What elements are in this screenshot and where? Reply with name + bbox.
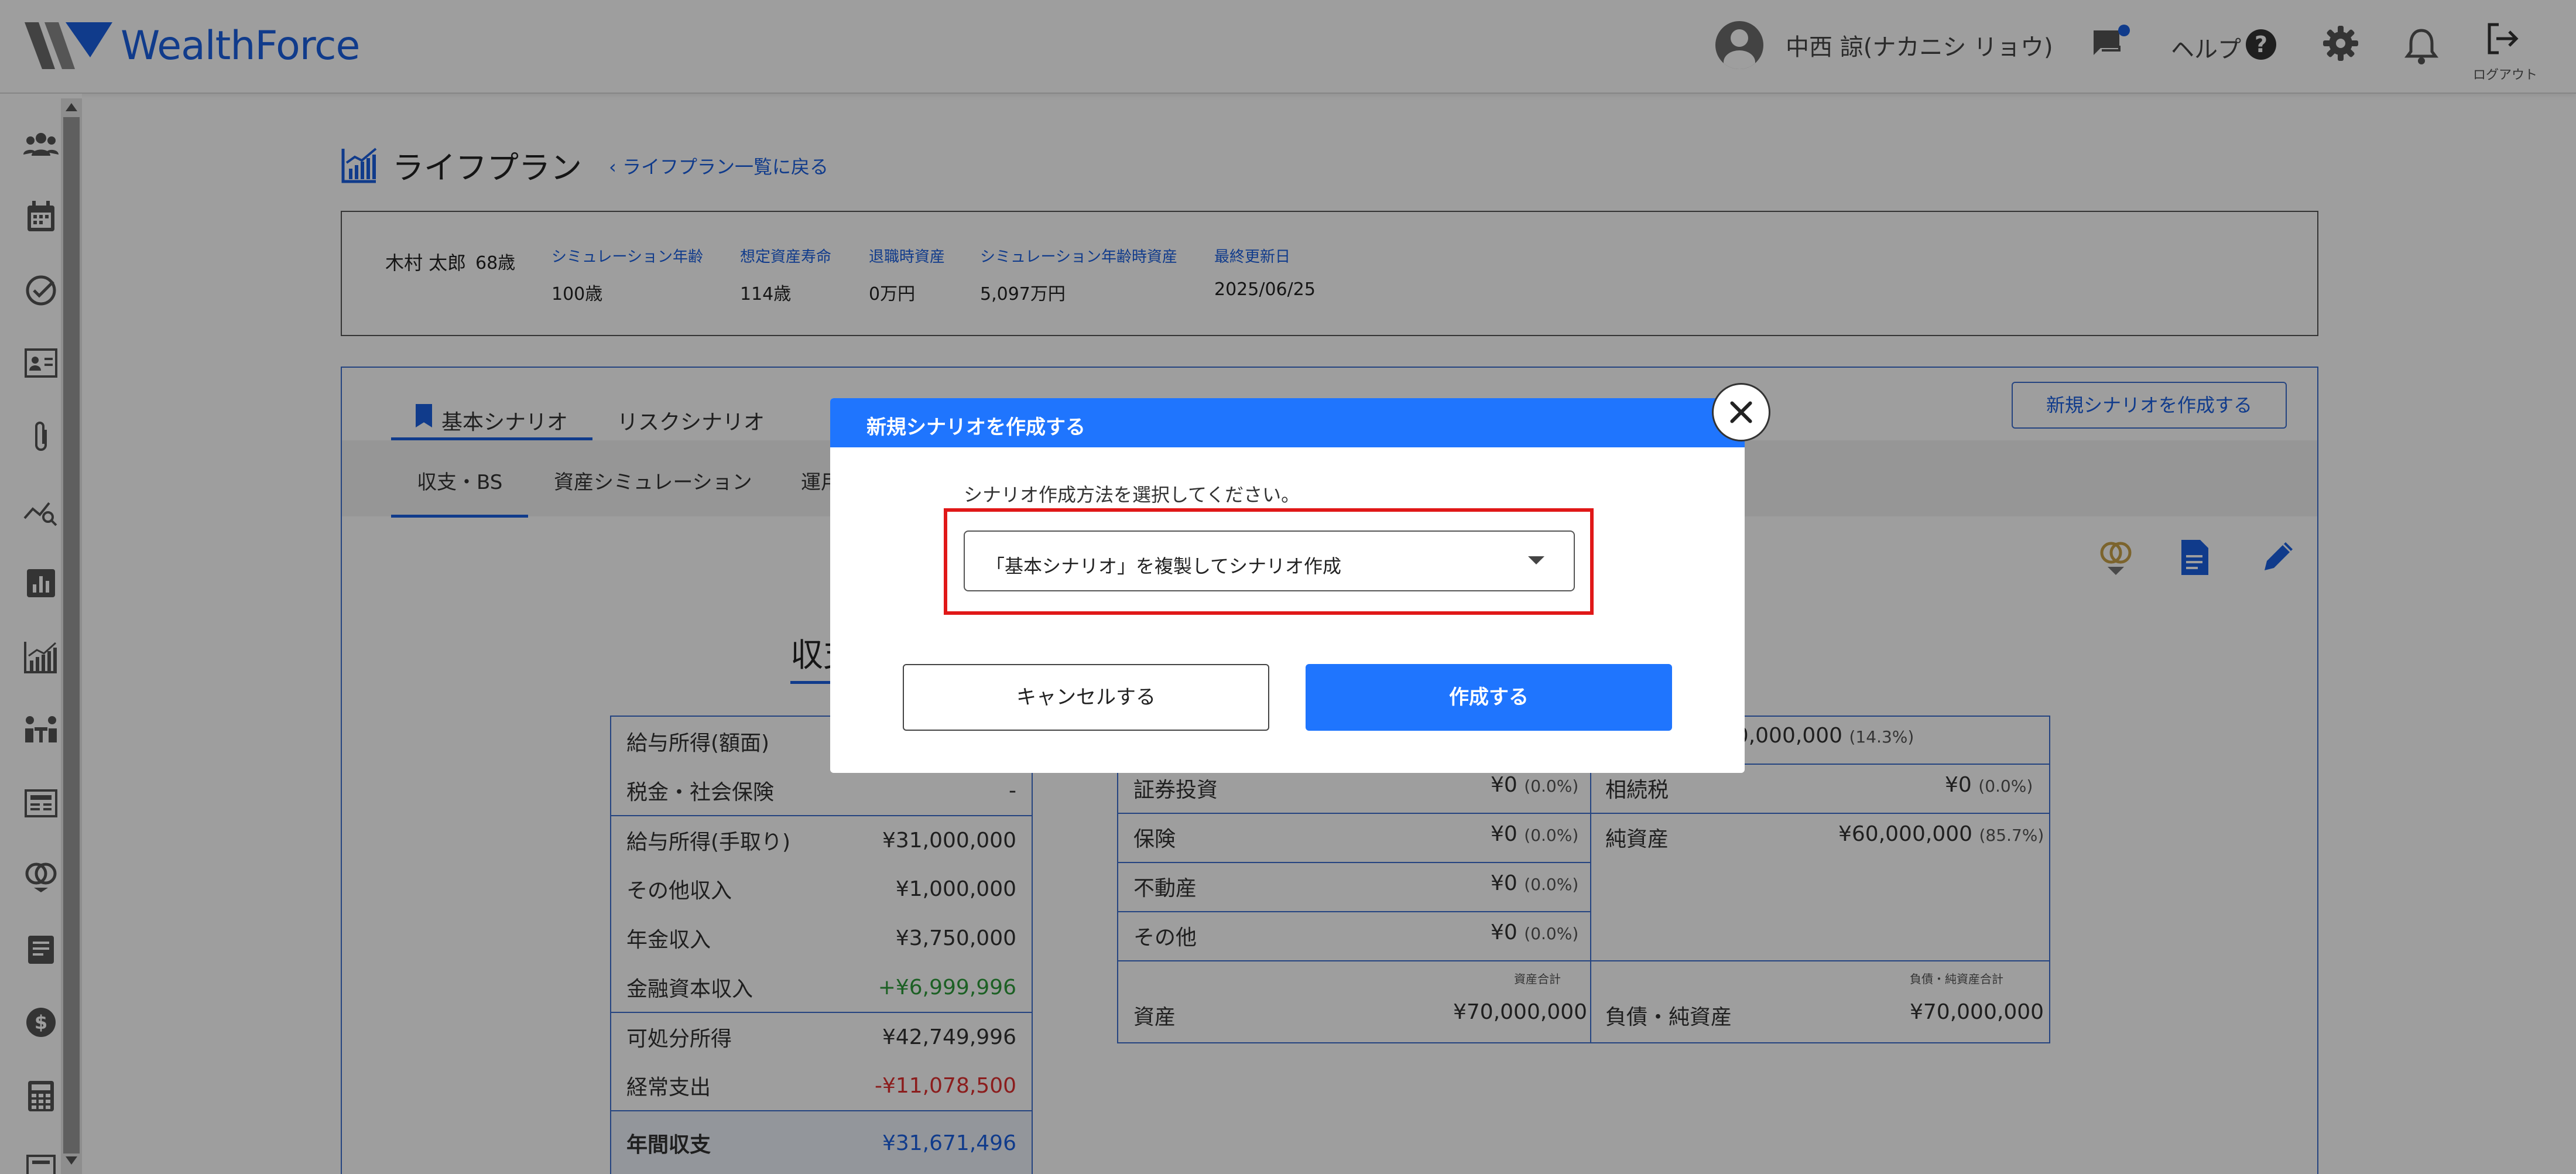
close-icon[interactable] [1712,383,1770,441]
dialog-header: 新規シナリオを作成する [830,398,1745,447]
dialog-prompt: シナリオ作成方法を選択してください。 [964,484,1300,506]
scenario-method-select[interactable]: 「基本シナリオ」を複製してシナリオ作成 [964,530,1575,591]
create-button[interactable]: 作成する [1306,664,1672,731]
cancel-button[interactable]: キャンセルする [903,664,1269,731]
new-scenario-dialog: 新規シナリオを作成する シナリオ作成方法を選択してください。 「基本シナリオ」を… [830,398,1745,773]
caret-down-icon [1528,556,1544,564]
dialog-title: 新規シナリオを作成する [866,416,1085,439]
select-value: 「基本シナリオ」を複製してシナリオ作成 [986,555,1342,577]
